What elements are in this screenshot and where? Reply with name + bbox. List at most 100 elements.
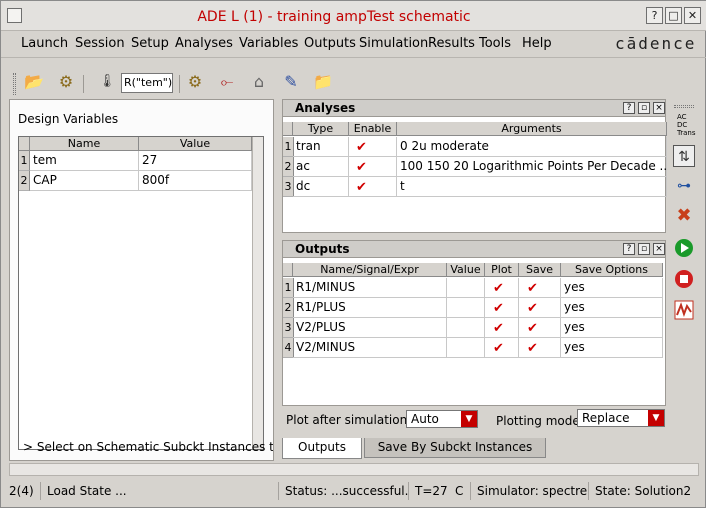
arguments-cell[interactable]: 0 2u moderate xyxy=(397,137,667,157)
wire-select-icon[interactable]: ⟜ xyxy=(216,71,238,93)
dock-float-button[interactable]: ▫ xyxy=(638,102,650,114)
run-simulation-icon[interactable] xyxy=(673,238,695,260)
output-value-cell[interactable] xyxy=(447,278,485,298)
output-value-cell[interactable] xyxy=(447,298,485,318)
column-header-save[interactable]: Save xyxy=(519,263,561,277)
package-icon[interactable]: ⌂ xyxy=(248,71,270,93)
output-value-cell[interactable] xyxy=(447,338,485,358)
help-button[interactable]: ? xyxy=(646,7,663,24)
variable-value-cell[interactable]: 800f xyxy=(139,171,252,191)
menu-results[interactable]: Results xyxy=(428,36,475,51)
column-header-name[interactable]: Name/Signal/Expr xyxy=(293,263,447,277)
analysis-type-cell[interactable]: ac xyxy=(293,157,349,177)
column-header-name[interactable]: Name xyxy=(30,137,139,151)
load-state-icon[interactable]: 📂 xyxy=(23,71,45,93)
arguments-cell[interactable]: 100 150 20 Logarithmic Points Per Decade… xyxy=(397,157,667,177)
save-options-cell[interactable]: yes xyxy=(561,318,663,338)
plot-cell[interactable]: ✔ xyxy=(485,338,519,358)
save-options-cell[interactable]: yes xyxy=(561,278,663,298)
chevron-down-icon[interactable]: ▼ xyxy=(461,411,477,427)
edit-form-icon[interactable]: ✎ xyxy=(280,71,302,93)
setup-outputs-icon[interactable]: ⊶ xyxy=(673,175,695,197)
temperature-icon[interactable]: 🌡 xyxy=(96,71,118,93)
tab-outputs[interactable]: Outputs xyxy=(282,438,362,459)
save-options-cell[interactable]: yes xyxy=(561,298,663,318)
save-options-cell[interactable]: yes xyxy=(561,338,663,358)
plot-after-select[interactable]: Auto ▼ xyxy=(406,410,478,428)
setup-icon[interactable]: ⚙ xyxy=(184,71,206,93)
output-name-cell[interactable]: V2/PLUS xyxy=(293,318,447,338)
plot-cell[interactable]: ✔ xyxy=(485,318,519,338)
column-header-type[interactable]: Type xyxy=(293,122,349,136)
menu-session[interactable]: Session xyxy=(75,36,125,51)
plot-checkmark-icon[interactable]: ✔ xyxy=(493,282,504,295)
menu-simulation[interactable]: Simulation xyxy=(359,36,428,51)
open-folder-icon[interactable]: 📁 xyxy=(312,71,334,93)
toolbar-grip[interactable] xyxy=(674,105,694,108)
dock-close-button[interactable]: × xyxy=(653,243,665,255)
plot-cell[interactable]: ✔ xyxy=(485,278,519,298)
menu-launch[interactable]: Launch xyxy=(21,36,68,51)
save-checkmark-icon[interactable]: ✔ xyxy=(527,342,538,355)
save-cell[interactable]: ✔ xyxy=(519,298,561,318)
enable-cell[interactable]: ✔ xyxy=(349,177,397,197)
plot-cell[interactable]: ✔ xyxy=(485,298,519,318)
save-cell[interactable]: ✔ xyxy=(519,318,561,338)
save-cell[interactable]: ✔ xyxy=(519,278,561,298)
menu-setup[interactable]: Setup xyxy=(131,36,169,51)
column-header-save-options[interactable]: Save Options xyxy=(561,263,663,277)
enable-checkmark-icon[interactable]: ✔ xyxy=(356,161,367,174)
output-name-cell[interactable]: R1/PLUS xyxy=(293,298,447,318)
column-header-value[interactable]: Value xyxy=(447,263,485,277)
toolbar-grip[interactable] xyxy=(13,73,16,95)
menu-variables[interactable]: Variables xyxy=(239,36,298,51)
variable-name-cell[interactable]: CAP xyxy=(30,171,139,191)
variable-value-cell[interactable]: 27 xyxy=(139,151,252,171)
vertical-scrollbar[interactable] xyxy=(252,137,263,449)
column-header-enable[interactable]: Enable xyxy=(349,122,397,136)
dock-help-button[interactable]: ? xyxy=(623,102,635,114)
enable-checkmark-icon[interactable]: ✔ xyxy=(356,181,367,194)
variable-name-cell[interactable]: tem xyxy=(30,151,139,171)
column-header-arguments[interactable]: Arguments xyxy=(397,122,667,136)
output-value-cell[interactable] xyxy=(447,318,485,338)
plot-outputs-icon[interactable] xyxy=(673,300,695,322)
plotting-mode-select[interactable]: Replace ▼ xyxy=(577,409,665,427)
edit-variables-icon[interactable]: ⇅ xyxy=(673,145,695,167)
save-checkmark-icon[interactable]: ✔ xyxy=(527,302,538,315)
chevron-down-icon[interactable]: ▼ xyxy=(648,410,664,426)
tab-save-by-subckt[interactable]: Save By Subckt Instances xyxy=(364,438,546,458)
row-number[interactable]: 2 xyxy=(19,171,30,191)
menu-outputs[interactable]: Outputs xyxy=(304,36,356,51)
row-number[interactable]: 1 xyxy=(19,151,30,171)
temperature-field[interactable]: R("tem") xyxy=(121,73,173,93)
dock-close-button[interactable]: × xyxy=(653,102,665,114)
save-checkmark-icon[interactable]: ✔ xyxy=(527,282,538,295)
delete-icon[interactable]: ✖ xyxy=(673,205,695,227)
close-button[interactable]: ✕ xyxy=(684,7,701,24)
plot-checkmark-icon[interactable]: ✔ xyxy=(493,322,504,335)
stop-simulation-icon[interactable] xyxy=(673,269,695,291)
plot-checkmark-icon[interactable]: ✔ xyxy=(493,342,504,355)
output-name-cell[interactable]: V2/MINUS xyxy=(293,338,447,358)
enable-cell[interactable]: ✔ xyxy=(349,137,397,157)
menu-tools[interactable]: Tools xyxy=(479,36,511,51)
column-header-plot[interactable]: Plot xyxy=(485,263,519,277)
analysis-type-cell[interactable]: tran xyxy=(293,137,349,157)
arguments-cell[interactable]: t xyxy=(397,177,667,197)
maximize-button[interactable]: □ xyxy=(665,7,682,24)
analysis-type-cell[interactable]: dc xyxy=(293,177,349,197)
dock-help-button[interactable]: ? xyxy=(623,243,635,255)
enable-cell[interactable]: ✔ xyxy=(349,157,397,177)
save-state-icon[interactable]: ⚙ xyxy=(55,71,77,93)
dock-float-button[interactable]: ▫ xyxy=(638,243,650,255)
enable-checkmark-icon[interactable]: ✔ xyxy=(356,141,367,154)
menu-help[interactable]: Help xyxy=(522,36,552,51)
column-header-value[interactable]: Value xyxy=(139,137,252,151)
plot-checkmark-icon[interactable]: ✔ xyxy=(493,302,504,315)
output-name-cell[interactable]: R1/MINUS xyxy=(293,278,447,298)
save-checkmark-icon[interactable]: ✔ xyxy=(527,322,538,335)
horizontal-scrollbar[interactable] xyxy=(9,463,699,476)
save-cell[interactable]: ✔ xyxy=(519,338,561,358)
choose-analyses-icon[interactable]: AC DC Trans xyxy=(673,113,696,139)
